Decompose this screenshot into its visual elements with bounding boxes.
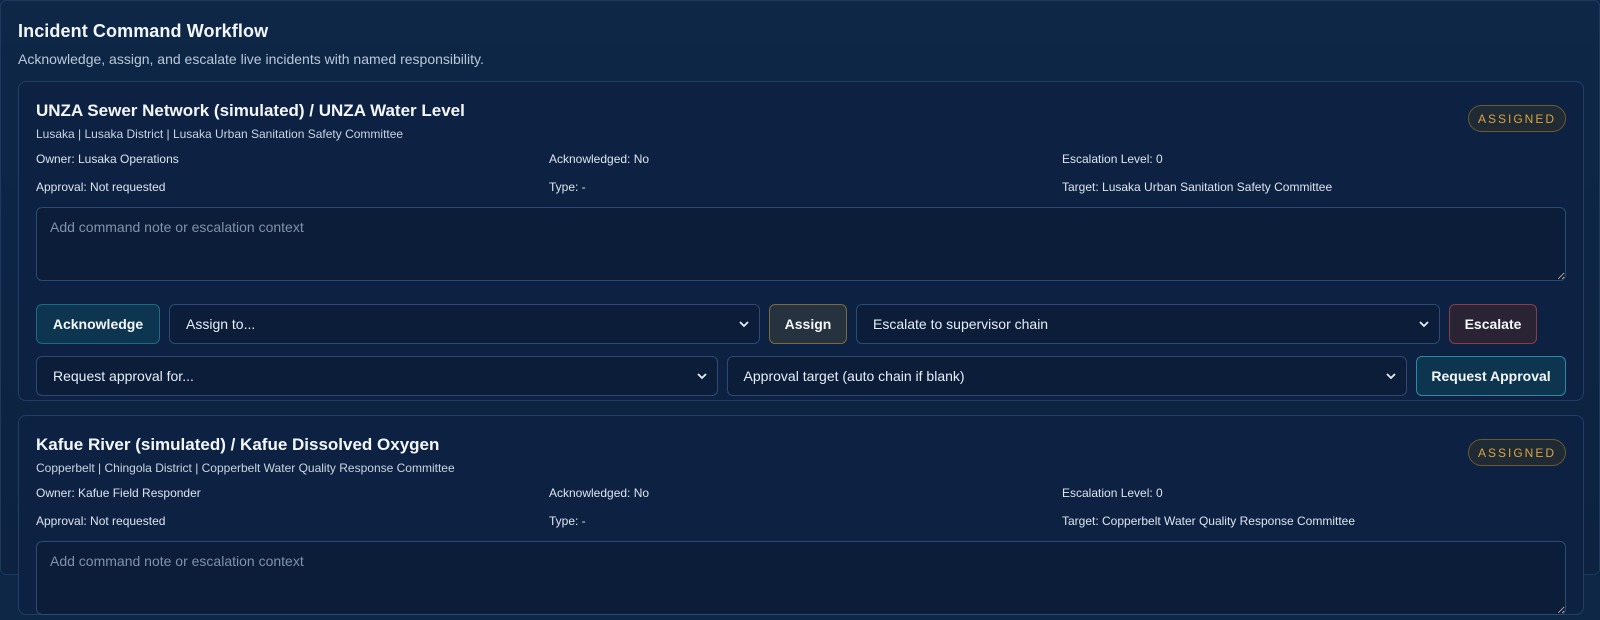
incident-card: UNZA Sewer Network (simulated) / UNZA Wa… [18, 81, 1584, 401]
approval-field: Approval: Not requested [36, 180, 166, 194]
target-field: Target: Copperbelt Water Quality Respons… [1062, 514, 1356, 528]
page-title: Incident Command Workflow [18, 21, 269, 41]
incident-title: Kafue River (simulated) / Kafue Dissolve… [36, 435, 440, 454]
escalate-select[interactable]: Escalate to supervisor chain [856, 304, 1440, 344]
approval-target-select-value: Approval target (auto chain if blank) [743, 368, 965, 384]
escalate-select-value: Escalate to supervisor chain [873, 316, 1049, 332]
incident-meta-row: Approval: Not requested Type: - Target: … [36, 173, 1566, 201]
chevron-down-icon [739, 321, 749, 328]
incident-meta-row: Owner: Kafue Field Responder Acknowledge… [36, 479, 1566, 507]
page-subtitle: Acknowledge, assign, and escalate live i… [18, 51, 484, 67]
incident-meta-row: Owner: Lusaka Operations Acknowledged: N… [36, 145, 1566, 173]
type-field: Type: - [549, 514, 586, 528]
assign-button[interactable]: Assign [769, 304, 847, 344]
escalation-level-field: Escalation Level: 0 [1062, 152, 1163, 166]
escalate-button[interactable]: Escalate [1449, 304, 1537, 344]
escalation-level-field: Escalation Level: 0 [1062, 486, 1163, 500]
incident-location: Lusaka | Lusaka District | Lusaka Urban … [36, 127, 404, 141]
action-row: Acknowledge Assign to... Assign Escalate… [36, 304, 1566, 344]
acknowledged-field: Acknowledged: No [549, 152, 650, 166]
approval-request-select[interactable]: Request approval for... [36, 356, 718, 396]
incident-header: Kafue River (simulated) / Kafue Dissolve… [36, 416, 1566, 475]
acknowledge-button[interactable]: Acknowledge [36, 304, 160, 344]
owner-field: Owner: Lusaka Operations [36, 152, 179, 166]
approval-request-select-value: Request approval for... [53, 368, 194, 384]
status-badge: ASSIGNED [1468, 105, 1566, 132]
owner-field: Owner: Kafue Field Responder [36, 486, 201, 500]
chevron-down-icon [696, 373, 707, 380]
status-badge: ASSIGNED [1468, 439, 1566, 466]
target-field: Target: Lusaka Urban Sanitation Safety C… [1062, 180, 1333, 194]
assign-to-select-value: Assign to... [186, 316, 256, 332]
chevron-down-icon [1386, 373, 1396, 380]
acknowledged-field: Acknowledged: No [549, 486, 650, 500]
approval-row: Request approval for... Approval target … [36, 356, 1566, 396]
approval-target-select[interactable]: Approval target (auto chain if blank) [726, 356, 1408, 396]
command-note-input[interactable] [36, 541, 1566, 615]
incident-command-panel: Incident Command Workflow Acknowledge, a… [0, 0, 1600, 615]
incident-card: Kafue River (simulated) / Kafue Dissolve… [18, 415, 1584, 615]
incident-location: Copperbelt | Chingola District | Copperb… [36, 461, 455, 475]
approval-field: Approval: Not requested [36, 514, 166, 528]
command-note-input[interactable] [36, 207, 1566, 281]
request-approval-button[interactable]: Request Approval [1416, 356, 1566, 396]
incident-meta-row: Approval: Not requested Type: - Target: … [36, 507, 1566, 535]
incident-title: UNZA Sewer Network (simulated) / UNZA Wa… [36, 101, 465, 120]
incident-header: UNZA Sewer Network (simulated) / UNZA Wa… [36, 82, 1566, 141]
type-field: Type: - [549, 180, 586, 194]
assign-to-select[interactable]: Assign to... [169, 304, 760, 344]
chevron-down-icon [1419, 321, 1429, 328]
